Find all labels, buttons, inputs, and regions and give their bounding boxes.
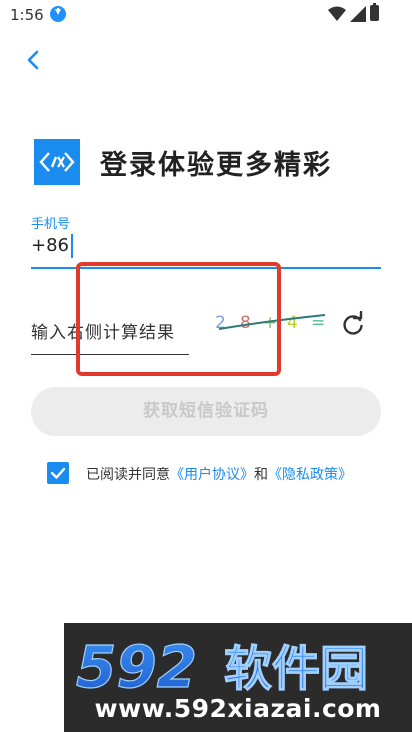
signal-icon bbox=[350, 6, 366, 22]
refresh-captcha-button[interactable] bbox=[339, 310, 367, 339]
check-icon bbox=[50, 467, 66, 479]
code-brackets-icon bbox=[39, 152, 75, 172]
app-logo bbox=[34, 139, 80, 185]
country-code[interactable]: +86 bbox=[31, 235, 69, 256]
watermark-url: www.592xiazai.com bbox=[94, 694, 382, 723]
get-sms-code-button[interactable]: 获取短信验证码 bbox=[31, 387, 381, 436]
back-button[interactable] bbox=[20, 46, 48, 74]
phone-label: 手机号 bbox=[31, 217, 71, 232]
battery-icon bbox=[370, 3, 379, 21]
agreement-prefix: 已阅读并同意 bbox=[86, 467, 170, 483]
chevron-left-icon bbox=[27, 50, 39, 70]
watermark-digits: 592 bbox=[76, 635, 197, 697]
download-icon bbox=[50, 6, 66, 22]
wifi-icon bbox=[328, 6, 346, 21]
watermark: 592 软件园 www.592xiazai.com bbox=[64, 623, 412, 732]
user-agreement-link[interactable]: 《用户协议》 bbox=[170, 467, 254, 483]
text-cursor bbox=[71, 234, 73, 258]
agreement-and: 和 bbox=[254, 467, 268, 483]
watermark-brand-name: 软件园 bbox=[224, 641, 368, 697]
agreement-text: 已阅读并同意《用户协议》和《隐私政策》 bbox=[86, 464, 352, 484]
refresh-icon bbox=[343, 310, 363, 335]
privacy-policy-link[interactable]: 《隐私政策》 bbox=[268, 467, 352, 483]
status-time: 1:56 bbox=[10, 6, 44, 24]
watermark-logo: 592 软件园 bbox=[75, 635, 368, 697]
page-title: 登录体验更多精彩 bbox=[100, 150, 332, 181]
highlight-annotation-box bbox=[76, 262, 281, 376]
status-bar: 1:56 bbox=[0, 0, 412, 28]
agreement-checkbox[interactable] bbox=[47, 462, 69, 484]
